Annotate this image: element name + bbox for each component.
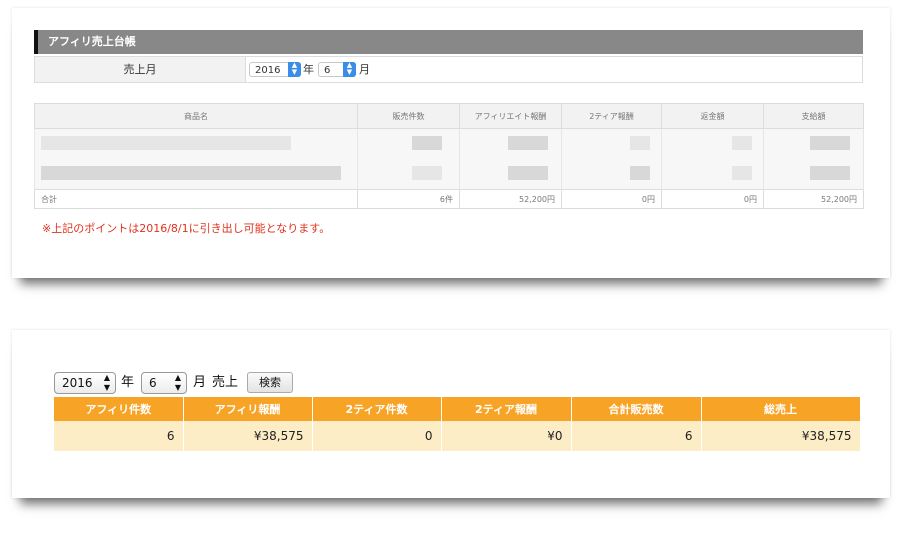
tier2-reward-cell: ¥0 (441, 421, 572, 451)
year-unit: 年 (303, 63, 314, 76)
month-unit: 月 (359, 63, 370, 76)
col-payout: 支給額 (763, 103, 864, 129)
tier2-count-cell: 0 (312, 421, 442, 451)
col-affiliate-count: アフィリ件数 (54, 397, 184, 421)
ledger-card: アフィリ売上台帳 売上月 2016 ▲ ▼ 年 6 ▲ ▼ 月 商品名 販売件数 ア… (12, 8, 890, 278)
summary-year-unit: 年 (121, 375, 135, 390)
blurred-cell (661, 128, 764, 159)
total-payout: 52,200円 (763, 189, 864, 209)
withdrawal-note: ※上記のポイントは2016/8/1に引き出し可能となります。 (42, 222, 331, 235)
col-total-sales: 総売上 (701, 397, 861, 421)
total-refund: 0円 (661, 189, 764, 209)
total-count: 6件 (357, 189, 460, 209)
blurred-cell (561, 128, 662, 159)
ledger-table: 商品名 販売件数 アフィリエイト報酬 2ティア報酬 返金額 支給額 合計 6件 (34, 103, 864, 209)
sales-month-label: 売上月 (35, 57, 246, 82)
summary-month-unit: 月 (193, 375, 207, 390)
summary-year-select[interactable]: 2016 ▲ ▼ (54, 372, 116, 394)
total-sales-count-cell: 6 (571, 421, 702, 451)
affiliate-reward-cell: ¥38,575 (183, 421, 313, 451)
summary-month-select[interactable]: 6 ▲ ▼ (141, 372, 187, 394)
summary-month-value: 6 (149, 376, 157, 390)
col-tier2-count: 2ティア件数 (312, 397, 442, 421)
affiliate-count-cell: 6 (54, 421, 184, 451)
total-label: 合計 (34, 189, 358, 209)
blurred-cell (357, 159, 460, 190)
summary-table: アフィリ件数 アフィリ報酬 2ティア件数 2ティア報酬 合計販売数 総売上 6 … (54, 397, 861, 451)
col-tier2-reward: 2ティア報酬 (561, 103, 662, 129)
col-refund: 返金額 (661, 103, 764, 129)
col-affiliate-reward: アフィリ報酬 (183, 397, 313, 421)
summary-header-row: アフィリ件数 アフィリ報酬 2ティア件数 2ティア報酬 合計販売数 総売上 (54, 397, 861, 421)
select-arrows-icon: ▲ ▼ (103, 373, 110, 392)
month-select[interactable]: 6 ▲ ▼ (318, 62, 356, 77)
total-tier2: 0円 (561, 189, 662, 209)
ledger-header-row: 商品名 販売件数 アフィリエイト報酬 2ティア報酬 返金額 支給額 (34, 103, 864, 129)
total-affiliate: 52,200円 (459, 189, 562, 209)
stepper-icon: ▲ ▼ (343, 62, 356, 77)
blurred-cell (34, 128, 358, 159)
stepper-icon: ▲ ▼ (288, 62, 301, 77)
table-row: 6 ¥38,575 0 ¥0 6 ¥38,575 (54, 421, 861, 451)
year-select[interactable]: 2016 ▲ ▼ (249, 62, 301, 77)
col-tier2-reward: 2ティア報酬 (441, 397, 572, 421)
blurred-cell (661, 159, 764, 190)
summary-year-value: 2016 (62, 376, 93, 390)
table-row (34, 159, 864, 190)
sales-month-row: 売上月 2016 ▲ ▼ 年 6 ▲ ▼ 月 (34, 56, 863, 83)
total-sales-cell: ¥38,575 (701, 421, 861, 451)
search-button[interactable]: 検索 (247, 372, 293, 393)
summary-sales-label: 売上 (212, 375, 239, 390)
select-arrows-icon: ▲ ▼ (174, 373, 181, 392)
year-select-value: 2016 (255, 65, 281, 76)
blurred-cell (561, 159, 662, 190)
table-row (34, 128, 864, 159)
blurred-cell (459, 159, 562, 190)
blurred-cell (357, 128, 460, 159)
col-sales-count: 販売件数 (357, 103, 460, 129)
summary-card: 2016 ▲ ▼ 年 6 ▲ ▼ 月 売上 検索 アフィリ件数 アフィリ報酬 2ティ… (12, 330, 890, 498)
blurred-cell (459, 128, 562, 159)
panel-title: アフィリ売上台帳 (34, 30, 863, 54)
col-affiliate-reward: アフィリエイト報酬 (459, 103, 562, 129)
month-select-value: 6 (324, 65, 331, 76)
col-total-sales-count: 合計販売数 (571, 397, 702, 421)
col-product-name: 商品名 (34, 103, 358, 129)
blurred-cell (34, 159, 358, 190)
blurred-cell (763, 128, 864, 159)
total-row: 合計 6件 52,200円 0円 0円 52,200円 (34, 189, 864, 209)
blurred-cell (763, 159, 864, 190)
